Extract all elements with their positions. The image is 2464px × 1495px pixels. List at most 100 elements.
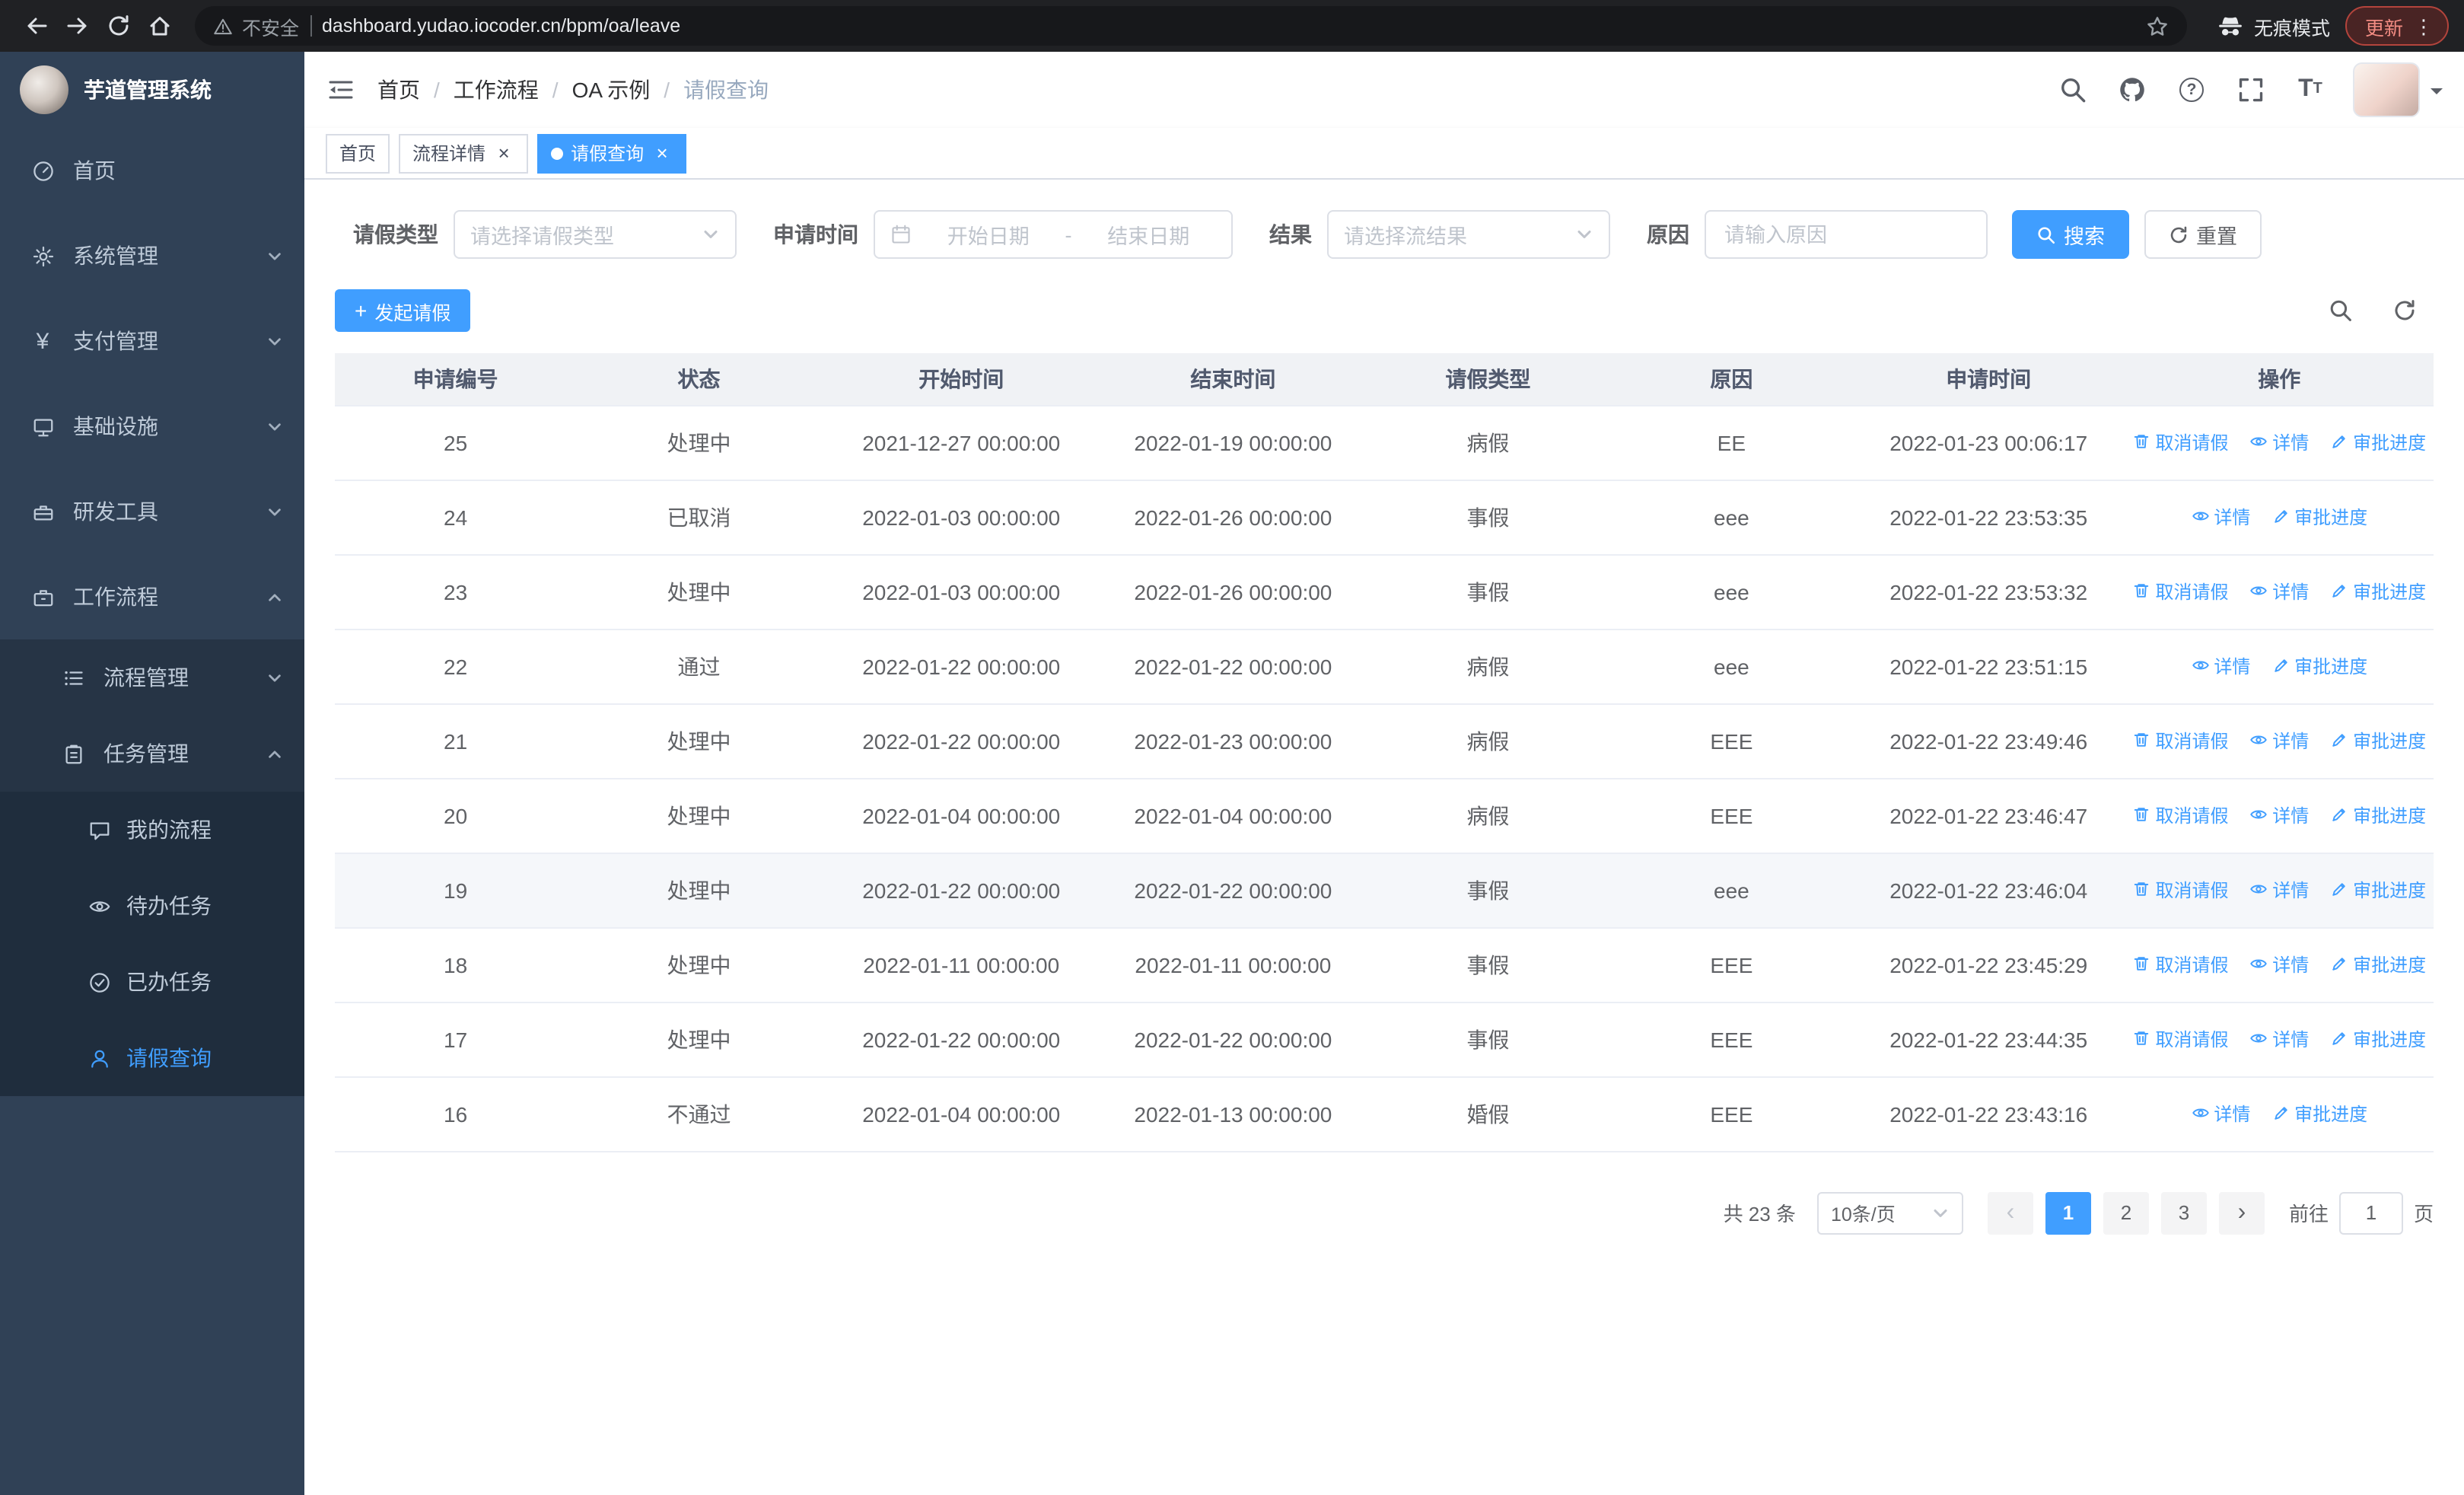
- detail-link[interactable]: 详情: [2249, 877, 2309, 903]
- breadcrumb-oa-example[interactable]: OA 示例: [572, 75, 651, 105]
- sidebar-item-workflow[interactable]: 工作流程: [0, 554, 304, 639]
- leave-type-select[interactable]: 请选择请假类型: [454, 210, 737, 259]
- detail-link[interactable]: 详情: [2191, 1101, 2250, 1127]
- cancel-leave-link[interactable]: 取消请假: [2132, 1026, 2229, 1052]
- apply-time-range-picker[interactable]: 开始日期 - 结束日期: [874, 210, 1233, 259]
- approval-progress-link[interactable]: 审批进度: [2330, 877, 2426, 903]
- detail-link[interactable]: 详情: [2249, 952, 2309, 977]
- cancel-leave-link[interactable]: 取消请假: [2132, 728, 2229, 754]
- table-row[interactable]: 18 处理中 2022-01-11 00:00:00 2022-01-11 00…: [335, 927, 2434, 1003]
- table-row[interactable]: 21 处理中 2022-01-22 00:00:00 2022-01-23 00…: [335, 703, 2434, 779]
- reason-input[interactable]: [1705, 210, 1988, 259]
- approval-progress-link[interactable]: 审批进度: [2330, 1026, 2426, 1052]
- table-row[interactable]: 16 不通过 2022-01-04 00:00:00 2022-01-13 00…: [335, 1076, 2434, 1152]
- prev-page-button[interactable]: ‹: [1987, 1191, 2033, 1234]
- tab-close-icon[interactable]: ×: [651, 142, 673, 164]
- page-button-3[interactable]: 3: [2160, 1191, 2207, 1234]
- page-button-1[interactable]: 1: [2045, 1191, 2091, 1234]
- cell-apply-time: 2022-01-22 23:44:35: [1851, 1002, 2125, 1077]
- tab-leave-query[interactable]: 请假查询 ×: [537, 133, 687, 173]
- update-button[interactable]: 更新 ⋮: [2345, 6, 2449, 46]
- detail-link[interactable]: 详情: [2191, 504, 2250, 530]
- menu-fold-icon[interactable]: [304, 52, 377, 128]
- sidebar-item-my-processes[interactable]: 我的流程: [0, 792, 304, 868]
- detail-link[interactable]: 详情: [2249, 728, 2309, 754]
- cancel-leave-link[interactable]: 取消请假: [2132, 579, 2229, 604]
- approval-progress-link[interactable]: 审批进度: [2330, 802, 2426, 828]
- detail-link[interactable]: 详情: [2191, 653, 2250, 679]
- detail-link[interactable]: 详情: [2249, 579, 2309, 604]
- sidebar-item-infrastructure[interactable]: 基础设施: [0, 384, 304, 469]
- approval-progress-link[interactable]: 审批进度: [2330, 952, 2426, 977]
- app-logo[interactable]: 芋道管理系统: [0, 52, 304, 128]
- breadcrumb-workflow[interactable]: 工作流程: [454, 75, 539, 105]
- approval-progress-link[interactable]: 审批进度: [2271, 653, 2367, 679]
- tab-close-icon[interactable]: ×: [493, 142, 514, 164]
- refresh-table-icon[interactable]: [2388, 294, 2421, 327]
- approval-progress-link[interactable]: 审批进度: [2330, 728, 2426, 754]
- cancel-leave-link[interactable]: 取消请假: [2132, 877, 2229, 903]
- font-size-icon[interactable]: TT: [2294, 73, 2327, 107]
- col-start-time: 开始时间: [821, 353, 1101, 406]
- sidebar-item-pending-tasks[interactable]: 待办任务: [0, 868, 304, 944]
- sidebar-item-process-management[interactable]: 流程管理: [0, 639, 304, 716]
- approval-progress-link[interactable]: 审批进度: [2271, 1101, 2367, 1127]
- avatar[interactable]: [2353, 62, 2420, 117]
- sidebar-item-leave-query[interactable]: 请假查询: [0, 1020, 304, 1096]
- cancel-leave-link[interactable]: 取消请假: [2132, 952, 2229, 977]
- table-row[interactable]: 24 已取消 2022-01-03 00:00:00 2022-01-26 00…: [335, 480, 2434, 555]
- browser-home-button[interactable]: [138, 5, 180, 46]
- table-row[interactable]: 17 处理中 2022-01-22 00:00:00 2022-01-22 00…: [335, 1002, 2434, 1077]
- table-row[interactable]: 25 处理中 2021-12-27 00:00:00 2022-01-19 00…: [335, 405, 2434, 480]
- tab-home[interactable]: 首页: [326, 133, 390, 173]
- cancel-leave-link[interactable]: 取消请假: [2132, 429, 2229, 455]
- bookmark-star-icon[interactable]: [2146, 14, 2169, 37]
- tab-process-detail[interactable]: 流程详情 ×: [399, 133, 529, 173]
- incognito-label: 无痕模式: [2253, 18, 2330, 39]
- user-icon: [87, 1046, 111, 1070]
- toggle-search-icon[interactable]: [2324, 294, 2357, 327]
- browser-refresh-button[interactable]: [97, 5, 138, 46]
- user-menu[interactable]: [2353, 62, 2443, 117]
- detail-link[interactable]: 详情: [2249, 802, 2309, 828]
- create-leave-button[interactable]: + 发起请假: [335, 289, 471, 332]
- reset-button[interactable]: 重置: [2144, 210, 2262, 259]
- sidebar-item-completed-tasks[interactable]: 已办任务: [0, 944, 304, 1020]
- table-row[interactable]: 22 通过 2022-01-22 00:00:00 2022-01-22 00:…: [335, 629, 2434, 704]
- security-status[interactable]: 不安全: [213, 11, 299, 40]
- sidebar-item-task-management[interactable]: 任务管理: [0, 716, 304, 792]
- cell-reason: EEE: [1610, 1002, 1852, 1077]
- fullscreen-icon[interactable]: [2234, 73, 2268, 107]
- approval-progress-link[interactable]: 审批进度: [2330, 579, 2426, 604]
- sidebar-item-home[interactable]: 首页: [0, 128, 304, 213]
- address-bar[interactable]: 不安全 dashboard.yudao.iocoder.cn/bpm/oa/le…: [195, 6, 2187, 46]
- approval-progress-link[interactable]: 审批进度: [2330, 429, 2426, 455]
- browser-menu-icon[interactable]: ⋮: [2414, 16, 2434, 36]
- github-icon[interactable]: [2115, 73, 2149, 107]
- goto-page-input[interactable]: [2338, 1191, 2403, 1234]
- sidebar-item-payment[interactable]: ¥ 支付管理: [0, 298, 304, 384]
- detail-link[interactable]: 详情: [2249, 429, 2309, 455]
- cancel-leave-link[interactable]: 取消请假: [2132, 802, 2229, 828]
- next-page-button[interactable]: ›: [2218, 1191, 2265, 1234]
- table-row[interactable]: 19 处理中 2022-01-22 00:00:00 2022-01-22 00…: [335, 853, 2434, 928]
- page-button-2[interactable]: 2: [2103, 1191, 2149, 1234]
- browser-forward-button[interactable]: [56, 5, 97, 46]
- sidebar-item-devtools[interactable]: 研发工具: [0, 469, 304, 554]
- col-operations: 操作: [2125, 353, 2434, 406]
- result-select[interactable]: 请选择流结果: [1327, 210, 1610, 259]
- breadcrumb-home[interactable]: 首页: [377, 75, 420, 105]
- select-placeholder: 请选择流结果: [1344, 225, 1467, 248]
- detail-link[interactable]: 详情: [2249, 1026, 2309, 1052]
- approval-progress-link[interactable]: 审批进度: [2271, 504, 2367, 530]
- cell-reason: eee: [1610, 629, 1852, 704]
- search-icon: [2038, 226, 2055, 244]
- table-row[interactable]: 20 处理中 2022-01-04 00:00:00 2022-01-04 00…: [335, 778, 2434, 853]
- sidebar-item-system[interactable]: 系统管理: [0, 213, 304, 298]
- browser-back-button[interactable]: [15, 5, 56, 46]
- help-icon[interactable]: ?: [2175, 73, 2208, 107]
- search-icon[interactable]: [2056, 73, 2090, 107]
- search-button[interactable]: 搜索: [2012, 210, 2129, 259]
- table-row[interactable]: 23 处理中 2022-01-03 00:00:00 2022-01-26 00…: [335, 554, 2434, 630]
- page-size-select[interactable]: 10条/页: [1816, 1191, 1963, 1234]
